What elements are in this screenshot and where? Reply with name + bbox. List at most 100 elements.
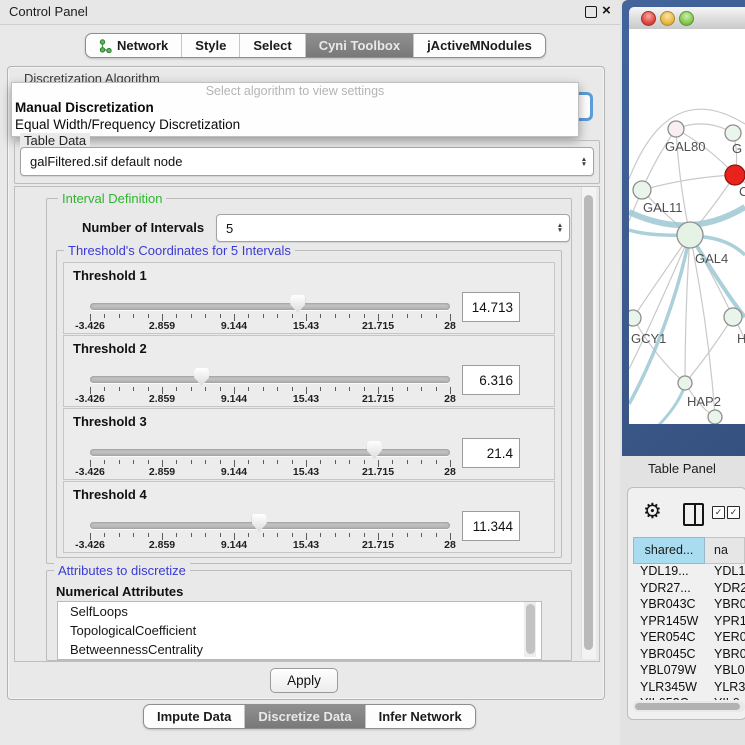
tab-select[interactable]: Select — [240, 34, 305, 57]
network-edge[interactable] — [642, 175, 735, 190]
slider-thumb[interactable] — [290, 295, 305, 313]
tick-label: 21.715 — [362, 393, 394, 405]
slider-track[interactable] — [90, 376, 450, 383]
network-node[interactable] — [708, 410, 722, 424]
app-root: Control Panel × Network StyleSelectCyni T… — [0, 0, 745, 745]
slider-track[interactable] — [90, 303, 450, 310]
scrollbar-thumb[interactable] — [635, 703, 740, 710]
tab-discretize-data[interactable]: Discretize Data — [245, 705, 365, 728]
table-row[interactable]: YBR043CYBR0 — [633, 597, 745, 614]
split-columns-icon[interactable] — [683, 503, 704, 526]
tick-label: -3.426 — [75, 320, 105, 332]
network-node-gal80[interactable] — [668, 121, 684, 137]
scrollbar-thumb[interactable] — [584, 195, 593, 650]
cell-name: YBR0 — [705, 597, 745, 614]
dropdown-option-manual[interactable]: Manual Discretization — [12, 99, 578, 116]
algorithm-dropdown-popup: Select algorithm to view settings Manual… — [11, 82, 579, 137]
table-row[interactable]: YPR145WYPR1 — [633, 614, 745, 631]
control-panel-title: Control Panel — [9, 4, 88, 19]
attribute-list-item[interactable]: SelfLoops — [58, 602, 541, 621]
tick-label: 2.859 — [149, 539, 175, 551]
main-vertical-scrollbar[interactable] — [581, 187, 596, 659]
network-node-gal11[interactable] — [633, 181, 651, 199]
mac-minimize-icon[interactable] — [660, 11, 675, 26]
network-node-g[interactable] — [725, 125, 741, 141]
dropdown-hint: Select algorithm to view settings — [12, 83, 578, 99]
cell-shared-name: YBR045C — [633, 647, 705, 664]
threshold-value-field[interactable]: 6.316 — [462, 365, 520, 395]
tick-label: 21.715 — [362, 539, 394, 551]
top-tab-bar: Network StyleSelectCyni Toolbox jActiveMNo… — [85, 33, 546, 58]
scrollbar-thumb[interactable] — [526, 604, 535, 654]
cell-name: YLR3 — [705, 680, 745, 697]
table-row[interactable]: YIL052CYIL0 — [633, 696, 745, 700]
tab-impute-data[interactable]: Impute Data — [144, 705, 245, 728]
table-row[interactable]: YDL19...YDL1 — [633, 564, 745, 581]
network-node-c[interactable] — [725, 165, 745, 185]
table-row[interactable]: YBL079WYBL0 — [633, 663, 745, 680]
slider-thumb[interactable] — [252, 514, 267, 532]
network-node-h[interactable] — [724, 308, 742, 326]
network-node-label: HAP2 — [687, 394, 721, 409]
mac-close-icon[interactable] — [641, 11, 656, 26]
tab-infer-network[interactable]: Infer Network — [366, 705, 475, 728]
threshold-value-field[interactable]: 21.4 — [462, 438, 520, 468]
tick-label: 2.859 — [149, 393, 175, 405]
number-of-intervals-combobox[interactable]: 5 ▲▼ — [216, 214, 570, 242]
thresholds-group-title: Threshold's Coordinates for 5 Intervals — [64, 243, 295, 258]
attribute-list-item[interactable]: BetweennessCentrality — [58, 640, 541, 659]
tab-label: jActiveMNodules — [427, 34, 532, 57]
checkbox-checked-icon[interactable]: ✓ — [712, 506, 725, 519]
attributes-list-scrollbar[interactable] — [524, 602, 536, 657]
checkbox-checked-icon[interactable]: ✓ — [727, 506, 740, 519]
column-header-shared[interactable]: shared... — [633, 537, 705, 564]
dropdown-option-equal-width[interactable]: Equal Width/Frequency Discretization — [12, 116, 578, 133]
network-node-label: C — [739, 184, 745, 199]
slider-thumb[interactable] — [194, 368, 209, 386]
table-row[interactable]: YLR345WYLR3 — [633, 680, 745, 697]
network-node-hap2[interactable] — [678, 376, 692, 390]
tick-label: 28 — [444, 320, 456, 332]
table-row[interactable]: YER054CYER0 — [633, 630, 745, 647]
network-node-gcy1[interactable] — [629, 310, 641, 326]
network-window[interactable]: GAL80GCGAL11GAL4GCY1HHAP2 — [622, 0, 745, 456]
slider-track[interactable] — [90, 449, 450, 456]
network-window-titlebar[interactable] — [629, 7, 745, 30]
network-canvas[interactable]: GAL80GCGAL11GAL4GCY1HHAP2 — [629, 29, 745, 424]
tab-jactivemnodules[interactable]: jActiveMNodules — [414, 34, 545, 57]
tab-label: Network — [117, 34, 168, 57]
tab-network[interactable]: Network — [86, 34, 182, 57]
stepper-arrows-icon: ▲▼ — [551, 223, 569, 233]
float-window-icon[interactable] — [585, 6, 597, 18]
threshold-value-field[interactable]: 11.344 — [462, 511, 520, 541]
cell-name: YBR0 — [705, 647, 745, 664]
threshold-value-field[interactable]: 14.713 — [462, 292, 520, 322]
table-horizontal-scrollbar[interactable] — [633, 701, 745, 712]
tab-cyni-toolbox[interactable]: Cyni Toolbox — [306, 34, 414, 57]
network-node-label: H — [737, 331, 745, 346]
tick-label: 9.144 — [221, 539, 247, 551]
table-row[interactable]: YBR045CYBR0 — [633, 647, 745, 664]
slider-track[interactable] — [90, 522, 450, 529]
slider-thumb[interactable] — [367, 441, 382, 459]
numerical-attributes-list[interactable]: SelfLoopsTopologicalCoefficientBetweenne… — [57, 601, 542, 660]
table-data-combobox[interactable]: galFiltered.sif default node ▲▼ — [20, 147, 594, 176]
gear-icon[interactable]: ⚙ — [643, 499, 662, 524]
tick-label: -3.426 — [75, 393, 105, 405]
bottom-tab-bar: Impute DataDiscretize DataInfer Network — [143, 704, 476, 729]
cell-name: YBL0 — [705, 663, 745, 680]
network-edge[interactable] — [633, 318, 685, 383]
close-icon[interactable]: × — [602, 2, 611, 19]
stepper-arrows-icon: ▲▼ — [575, 157, 593, 167]
mac-zoom-icon[interactable] — [679, 11, 694, 26]
network-edge-highlighted[interactable] — [659, 385, 685, 424]
table-row[interactable]: YDR27...YDR2 — [633, 581, 745, 598]
network-node-gal4[interactable] — [677, 222, 703, 248]
network-edge[interactable] — [629, 235, 690, 369]
interval-definition-title: Interval Definition — [58, 191, 166, 206]
table-data-value: galFiltered.sif default node — [21, 154, 575, 169]
tab-style[interactable]: Style — [182, 34, 240, 57]
apply-button[interactable]: Apply — [270, 668, 338, 693]
attribute-list-item[interactable]: TopologicalCoefficient — [58, 621, 541, 640]
column-header-name[interactable]: na — [705, 537, 745, 564]
